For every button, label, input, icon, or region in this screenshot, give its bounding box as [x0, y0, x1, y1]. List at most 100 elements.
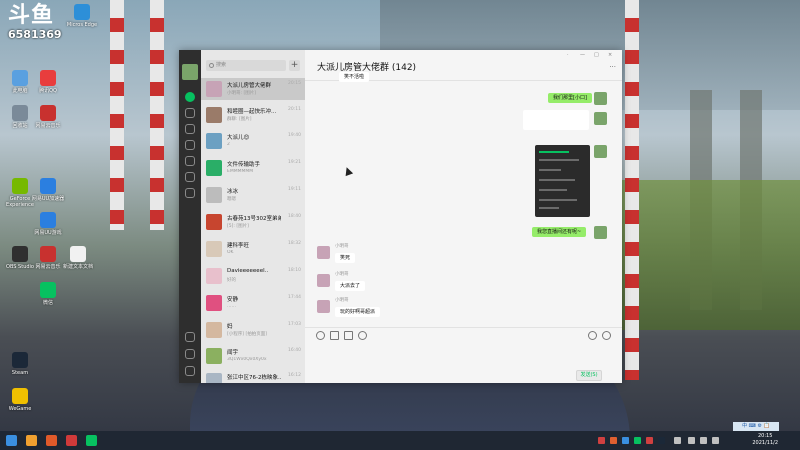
sender-avatar[interactable] — [317, 274, 330, 287]
stream-logo: 斗鱼 6581369 — [8, 4, 68, 44]
volume-icon[interactable] — [700, 437, 707, 444]
desktop-icon[interactable]: Steam — [0, 352, 40, 376]
add-button[interactable]: + — [289, 60, 300, 71]
tray-icon[interactable] — [610, 437, 617, 444]
input-toolbar-divider — [305, 327, 622, 328]
miniprogram-nav-icon[interactable] — [185, 172, 195, 182]
search-input[interactable]: 搜索 — [206, 60, 286, 71]
room-number: 6581369 — [8, 28, 62, 41]
my-message: 我您直播间还有呢~ — [532, 227, 587, 237]
app-icon[interactable] — [66, 435, 77, 446]
emoji-icon[interactable] — [316, 331, 325, 340]
taskbar: 20:15 2021/11/2 — [0, 431, 800, 450]
desktop-icon[interactable]: 此电脑 — [0, 70, 40, 94]
ime-tray-icon[interactable] — [712, 437, 719, 444]
chat-item[interactable]: 文件传输助手 EMMMMMM 19:21 — [201, 157, 305, 179]
my-avatar-small — [594, 112, 607, 125]
my-avatar-small — [594, 92, 607, 105]
desktop-icon[interactable]: 网易UU游戏 — [28, 212, 68, 236]
chat-item[interactable]: 妈 [小程序] [拍拍页面] 17:03 — [201, 319, 305, 341]
chat-avatar — [206, 133, 222, 149]
chat-avatar — [206, 187, 222, 203]
chat-item[interactable]: 闻宇 3Q1Wx0Qx0Xy0x 16:40 — [201, 345, 305, 367]
tray-icon[interactable] — [598, 437, 605, 444]
desktop-icon[interactable]: 微信 — [28, 282, 68, 306]
image-message[interactable] — [523, 110, 589, 130]
desktop-icon[interactable]: 新建文本文档 — [58, 246, 98, 270]
start-icon[interactable] — [6, 435, 17, 446]
miniprogram-bottom-icon[interactable] — [185, 332, 195, 342]
live-icon[interactable] — [588, 331, 597, 340]
chat-item[interactable]: 建科李旺 OK 18:32 — [201, 238, 305, 260]
wallpaper-pole — [110, 0, 124, 230]
my-avatar-small — [594, 145, 607, 158]
chat-avatar — [206, 295, 222, 311]
desktop-icon[interactable]: 网易UU加速器 — [28, 178, 68, 202]
screenshot-icon[interactable] — [344, 331, 353, 340]
explorer-icon[interactable] — [26, 435, 37, 446]
chat-item[interactable]: 大派儿房管大佬群 小明哥: [图片] 20:15 — [201, 78, 305, 100]
chat-nav-icon[interactable] — [185, 92, 195, 102]
moments-nav-icon[interactable] — [185, 156, 195, 166]
chat-item[interactable]: 古春苑13号302室弟弟 [5]: [图片] 18:40 — [201, 211, 305, 233]
favorites-nav-icon[interactable] — [185, 124, 195, 134]
wechat-window: 搜索 + 大派儿房管大佬群 小明哥: [图片] 20:15 和睦圈—起快乐冲... 群… — [179, 50, 622, 383]
sender-avatar[interactable] — [317, 300, 330, 313]
chat-avatar — [206, 107, 222, 123]
search-icon — [209, 63, 214, 68]
pin-button[interactable]: · — [567, 52, 569, 58]
maximize-button[interactable]: □ — [594, 52, 599, 58]
other-message: 玩的好啊哥超派 — [335, 307, 381, 317]
close-button[interactable]: × — [608, 52, 612, 58]
chat-avatar — [206, 373, 222, 383]
sender-name: 小明哥 — [335, 272, 349, 277]
logo-text: 斗鱼 — [8, 3, 55, 28]
desktop-icon[interactable]: WeGame — [0, 388, 40, 412]
wallpaper-pole — [625, 0, 639, 380]
chat-item[interactable]: 大派儿😊 2 19:40 — [201, 130, 305, 152]
my-message: 我们那里[小口] — [548, 93, 592, 103]
more-icon[interactable]: ··· — [609, 63, 616, 71]
minimize-button[interactable]: — — [580, 52, 585, 58]
tray-icon[interactable] — [634, 437, 641, 444]
clock[interactable]: 20:15 2021/11/2 — [752, 433, 778, 447]
wallpaper-grass — [620, 180, 800, 330]
wechat-nav — [179, 50, 201, 383]
menu-icon[interactable] — [185, 366, 195, 376]
my-avatar[interactable] — [182, 64, 198, 80]
other-message: 大派去了 — [335, 281, 366, 291]
wechat-taskbar-icon[interactable] — [86, 435, 97, 446]
star-nav-icon[interactable] — [185, 188, 195, 198]
tray-icon[interactable] — [622, 437, 629, 444]
chat-item[interactable]: Davieeeeeeel.. 好的 18:10 — [201, 265, 305, 287]
chat-item[interactable]: 和睦圈—起快乐冲... 群聊: [图片] 20:11 — [201, 104, 305, 126]
message-bubble: 笑不活啦 — [339, 72, 370, 82]
chat-history-icon[interactable] — [358, 331, 367, 340]
sender-name: 小明哥 — [335, 298, 349, 303]
ime-toolbar[interactable]: 中 ⌨ ⚙ 📋 — [733, 422, 779, 431]
clock-time: 20:15 — [757, 433, 773, 439]
tray-icon[interactable] — [674, 437, 681, 444]
tray-icon[interactable] — [658, 437, 665, 444]
chat-item[interactable]: 安静…… 17:44 — [201, 292, 305, 314]
tray-icon[interactable] — [646, 437, 653, 444]
sender-name: 小明哥 — [335, 244, 349, 249]
network-icon[interactable] — [688, 437, 695, 444]
call-icon[interactable] — [602, 331, 611, 340]
send-button[interactable]: 发送(S) — [576, 370, 602, 381]
chat-item[interactable]: 张江中区76-2栋映象... 16:12 — [201, 370, 305, 383]
phone-icon[interactable] — [185, 349, 195, 359]
desktop-icon[interactable]: Micros Edge — [62, 4, 102, 28]
screenshot-message[interactable] — [535, 145, 590, 217]
clock-date: 2021/11/2 — [752, 440, 778, 446]
app-icon[interactable] — [46, 435, 57, 446]
sender-avatar[interactable] — [317, 246, 330, 259]
contacts-nav-icon[interactable] — [185, 108, 195, 118]
folder-icon[interactable] — [330, 331, 339, 340]
chat-item[interactable]: 冰冰 嗯嗯 19:11 — [201, 184, 305, 206]
chat-avatar — [206, 348, 222, 364]
my-avatar-small — [594, 226, 607, 239]
chat-avatar — [206, 322, 222, 338]
folder-nav-icon[interactable] — [185, 140, 195, 150]
desktop-icon[interactable]: 回收站 — [0, 105, 40, 129]
